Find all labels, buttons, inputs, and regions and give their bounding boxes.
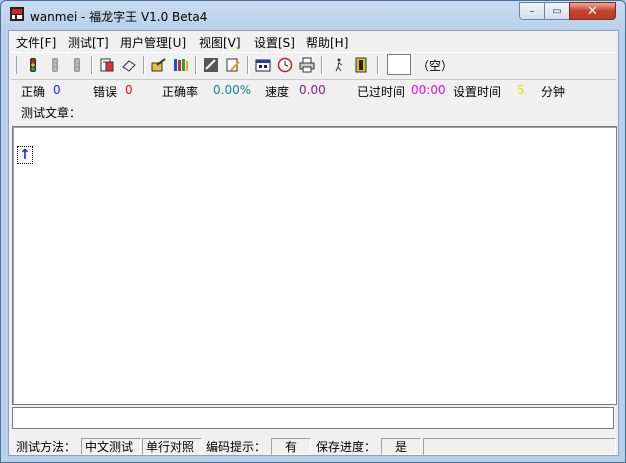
hint-label: 编码提示： (206, 440, 267, 454)
ime-input-box[interactable] (387, 54, 411, 75)
article-text-area[interactable]: ↑ (12, 126, 617, 405)
errors-label: 错误 (93, 85, 118, 99)
start-icon[interactable] (23, 55, 43, 75)
menu-help[interactable]: 帮助[H] (306, 34, 348, 51)
toolbar-separator (91, 56, 93, 74)
app-window: wanmei - 福龙字王 V1.0 Beta4 – ▭ ✕ 文件[F] 测试[… (0, 0, 626, 463)
elapsed-label: 已过时间 (357, 85, 406, 99)
menu-view[interactable]: 视图[V] (199, 34, 241, 51)
menu-file[interactable]: 文件[F] (16, 34, 56, 51)
typing-input[interactable] (12, 407, 614, 429)
eraser-icon[interactable] (119, 55, 139, 75)
caret-arrow-icon: ↑ (17, 146, 33, 164)
stop-icon[interactable] (67, 55, 87, 75)
toolbar-separator (143, 56, 145, 74)
set-time-value: 5 (517, 83, 525, 97)
minimize-button[interactable]: – (519, 2, 545, 20)
mode-icon[interactable] (201, 55, 221, 75)
minutes-label: 分钟 (541, 85, 566, 99)
toolbar-separator (377, 56, 379, 74)
menu-bar: 文件[F] 测试[T] 用户管理[U] 视图[V] 设置[S] 帮助[H] (9, 31, 618, 50)
accuracy-value: 0.00% (213, 83, 252, 97)
pause-icon[interactable] (45, 55, 65, 75)
set-time-label: 设置时间 (453, 85, 502, 99)
client-area: 文件[F] 测试[T] 用户管理[U] 视图[V] 设置[S] 帮助[H] （空… (8, 30, 619, 456)
toolbar-separator (195, 56, 197, 74)
mode-value: 单行对照 (142, 438, 202, 455)
stats-bar: 正确 0 错误 0 正确率 0.00% 速度 0.00 已过时间 00:00 设… (9, 79, 618, 103)
save-value: 是 (381, 438, 421, 455)
speed-value: 0.00 (299, 83, 326, 97)
method-value: 中文测试 (81, 438, 141, 455)
toolbar-separator (247, 56, 249, 74)
import-icon[interactable] (149, 55, 169, 75)
hint-value: 有 (271, 438, 311, 455)
article-label: 测试文章： (21, 106, 82, 120)
toolbar-separator (321, 56, 323, 74)
speed-label: 速度 (265, 85, 290, 99)
exit-icon[interactable] (351, 55, 371, 75)
menu-test[interactable]: 测试[T] (68, 34, 109, 51)
menu-user-management[interactable]: 用户管理[U] (120, 34, 186, 51)
toolbar-grip[interactable] (14, 56, 17, 74)
ime-status-label: （空） (417, 59, 454, 73)
menu-settings[interactable]: 设置[S] (254, 34, 295, 51)
errors-value: 0 (125, 83, 133, 97)
clock-icon[interactable] (275, 55, 295, 75)
app-logo-icon (10, 7, 24, 21)
status-bar: 测试方法： 中文测试 单行对照 编码提示： 有 保存进度： 是 (9, 436, 618, 456)
calendar-icon[interactable] (253, 55, 273, 75)
window-title: wanmei - 福龙字王 V1.0 Beta4 (30, 10, 208, 24)
walker-icon[interactable] (329, 55, 349, 75)
method-label: 测试方法： (16, 440, 77, 454)
close-button[interactable]: ✕ (569, 2, 616, 20)
library-icon[interactable] (171, 55, 191, 75)
status-empty-panel (423, 438, 616, 455)
maximize-button[interactable]: ▭ (544, 2, 570, 20)
article-icon[interactable] (97, 55, 117, 75)
print-icon[interactable] (297, 55, 317, 75)
title-bar[interactable]: wanmei - 福龙字王 V1.0 Beta4 – ▭ ✕ (1, 1, 625, 29)
accuracy-label: 正确率 (162, 85, 199, 99)
correct-label: 正确 (21, 85, 46, 99)
toolbar: （空） (11, 52, 616, 80)
save-label: 保存进度： (316, 440, 377, 454)
elapsed-value: 00:00 (411, 83, 446, 97)
correct-value: 0 (53, 83, 61, 97)
edit-icon[interactable] (223, 55, 243, 75)
